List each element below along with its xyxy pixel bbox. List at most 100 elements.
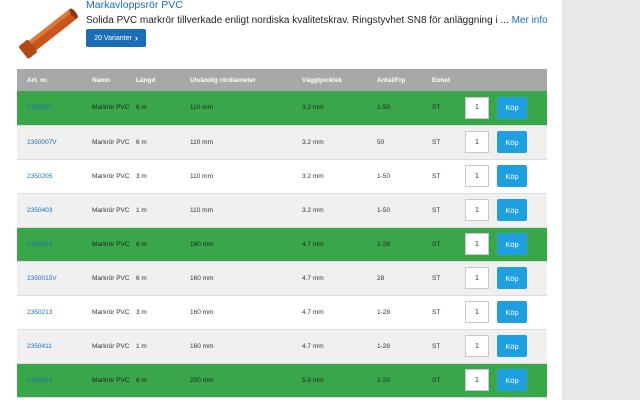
column-header: Längd xyxy=(136,76,156,84)
quantity-input[interactable] xyxy=(465,199,489,221)
length-cell: 1 m xyxy=(136,206,147,214)
table-row: 2350411 Markrör PVC 1 m 160 mm 4.7 mm 1-28 ST K… xyxy=(17,329,547,363)
row-actions: Köp xyxy=(457,125,547,159)
column-header xyxy=(457,69,547,91)
product-name: Markrör PVC xyxy=(92,104,130,112)
package-quantity-cell: 1-50 xyxy=(377,104,391,112)
table-row: 2350213 Markrör PVC 3 m 160 mm 4.7 mm 1-28 ST K… xyxy=(17,295,547,329)
table-row: 2350205 Markrör PVC 3 m 110 mm 3.2 mm 1-50 ST K… xyxy=(17,159,547,193)
buy-button[interactable]: Köp xyxy=(497,301,527,323)
package-quantity-cell: 28 xyxy=(377,274,385,282)
row-actions-group: Köp xyxy=(457,267,547,289)
diameter-cell: 110 mm xyxy=(190,206,213,214)
row-actions-group: Köp xyxy=(457,131,547,153)
row-actions-group: Köp xyxy=(457,369,547,391)
diameter-cell: 160 mm xyxy=(190,342,214,350)
diameter-cell: 160 mm xyxy=(190,308,214,316)
unit-cell: ST xyxy=(432,240,441,248)
table-body: 2350007 Markrör PVC 6 m 110 mm 3.2 mm 1-50 ST K… xyxy=(17,91,547,397)
package-quantity-cell: 1-28 xyxy=(377,308,391,316)
article-number-link[interactable]: 2350403 xyxy=(17,193,82,227)
buy-button[interactable]: Köp xyxy=(497,96,527,119)
quantity-input[interactable] xyxy=(465,369,489,391)
column-header: Väggtjocklek xyxy=(302,76,343,84)
table-row: 2350007V Markrör PVC 6 m 110 mm 3.2 mm 50 ST Kö… xyxy=(17,125,547,159)
wall-thickness-cell: 3.2 mm xyxy=(302,172,324,180)
unit-cell: ST xyxy=(432,342,441,350)
table-header-row: Art. nr. Namn Längd Utvändig rördiameter Väg… xyxy=(17,69,547,91)
article-number-link[interactable]: 2350007V xyxy=(17,125,82,159)
package-quantity-cell: 1-28 xyxy=(377,342,391,350)
product-name: Markrör PVC xyxy=(92,376,130,384)
buy-button[interactable]: Köp xyxy=(497,131,527,153)
wall-thickness-cell: 4.7 mm xyxy=(302,342,324,350)
variants-table: Art. nr. Namn Längd Utvändig rördiameter Väg… xyxy=(17,69,547,398)
article-number-link[interactable]: 2350015V xyxy=(17,261,82,295)
buy-button[interactable]: Köp xyxy=(497,233,527,255)
quantity-input[interactable] xyxy=(465,301,489,323)
variants-button-label: 20 Varianter xyxy=(94,34,132,42)
column-header: Enhet xyxy=(432,76,451,84)
table-row: 2350015V Markrör PVC 6 m 160 mm 4.7 mm 28 ST Kö… xyxy=(17,261,547,295)
buy-button[interactable]: Köp xyxy=(497,165,527,187)
buy-button[interactable]: Köp xyxy=(497,199,527,221)
quantity-input[interactable] xyxy=(465,165,489,187)
row-actions-group: Köp xyxy=(457,233,547,255)
article-number-link[interactable]: 2350015 xyxy=(17,227,82,261)
row-actions: Köp xyxy=(457,91,547,125)
diameter-cell: 200 mm xyxy=(190,376,214,384)
more-info-link[interactable]: Mer info xyxy=(512,15,548,26)
product-name: Markrör PVC xyxy=(92,240,130,248)
wall-thickness-cell: 4.7 mm xyxy=(302,308,324,316)
article-number-link[interactable]: 2350213 xyxy=(17,295,82,329)
table-row: 2350015 Markrör PVC 6 m 160 mm 4.7 mm 1-28 ST K… xyxy=(17,227,547,261)
quantity-input[interactable] xyxy=(465,267,489,289)
unit-cell: ST xyxy=(432,172,441,180)
article-number-link[interactable]: 2350411 xyxy=(17,329,82,363)
quantity-input[interactable] xyxy=(465,96,489,119)
row-actions-group: Köp xyxy=(457,335,547,357)
diameter-cell: 110 mm xyxy=(190,138,213,146)
column-header: Art. nr. xyxy=(27,76,48,84)
product-name: Markrör PVC xyxy=(92,206,130,214)
row-actions: Köp xyxy=(457,363,547,397)
package-quantity-cell: 1-20 xyxy=(377,376,391,384)
article-number-link[interactable]: 2350023 xyxy=(17,363,82,397)
row-actions-group: Köp xyxy=(457,96,547,119)
orange-pipe-image[interactable] xyxy=(14,4,86,60)
article-number-link[interactable]: 2350007 xyxy=(17,91,82,125)
unit-cell: ST xyxy=(432,206,441,214)
variants-button[interactable]: 20 Varianter › xyxy=(86,29,146,47)
wall-thickness-cell: 3.2 mm xyxy=(302,138,324,146)
length-cell: 1 m xyxy=(136,342,147,350)
product-name: Markrör PVC xyxy=(92,342,130,350)
unit-cell: ST xyxy=(432,274,441,282)
wall-thickness-cell: 5.9 mm xyxy=(302,376,324,384)
package-quantity-cell: 1-28 xyxy=(377,240,391,248)
quantity-input[interactable] xyxy=(465,335,489,357)
column-header: Utvändig rördiameter xyxy=(190,76,256,84)
wall-thickness-cell: 4.7 mm xyxy=(302,274,324,282)
package-quantity-cell: 50 xyxy=(377,138,385,146)
package-quantity-cell: 1-50 xyxy=(377,172,391,180)
wall-thickness-cell: 3.2 mm xyxy=(302,206,324,214)
diameter-cell: 160 mm xyxy=(190,274,214,282)
product-name: Markrör PVC xyxy=(92,274,130,282)
row-actions: Köp xyxy=(457,329,547,363)
product-title-link[interactable]: Markavloppsrör PVC xyxy=(86,0,183,11)
buy-button[interactable]: Köp xyxy=(497,335,527,357)
article-number-link[interactable]: 2350205 xyxy=(17,159,82,193)
product-description-text: Solida PVC markrör tillverkade enligt no… xyxy=(86,15,509,26)
length-cell: 6 m xyxy=(136,274,147,282)
table-row: 2350007 Markrör PVC 6 m 110 mm 3.2 mm 1-50 ST K… xyxy=(17,91,547,125)
wall-thickness-cell: 4.7 mm xyxy=(302,240,324,248)
length-cell: 6 m xyxy=(136,376,147,384)
unit-cell: ST xyxy=(432,104,441,112)
quantity-input[interactable] xyxy=(465,131,489,153)
quantity-input[interactable] xyxy=(465,233,489,255)
row-actions-group: Köp xyxy=(457,199,547,221)
buy-button[interactable]: Köp xyxy=(497,369,527,391)
diameter-cell: 110 mm xyxy=(190,172,213,180)
buy-button[interactable]: Köp xyxy=(497,267,527,289)
product-header: Markavloppsrör PVC Solida PVC markrör ti… xyxy=(0,0,562,62)
